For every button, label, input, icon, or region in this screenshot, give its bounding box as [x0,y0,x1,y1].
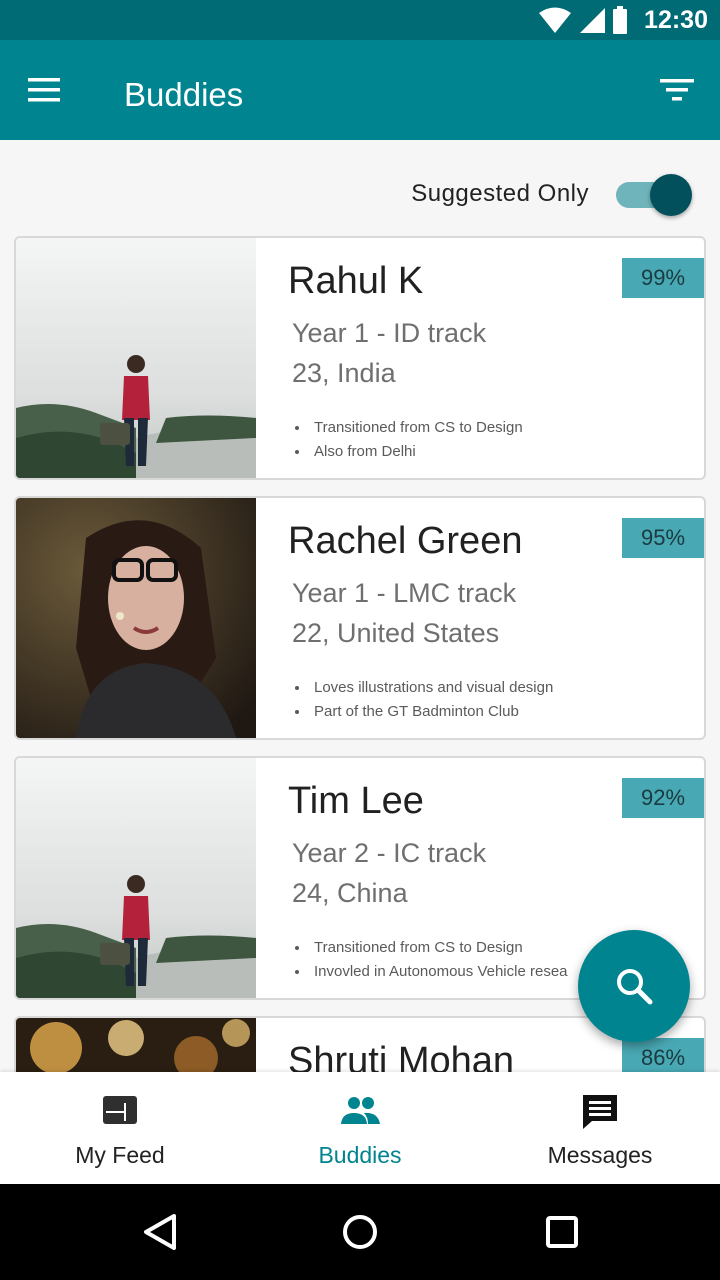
buddy-note: Invovled in Autonomous Vehicle resea [310,960,568,984]
buddy-track: Year 2 - IC track [292,838,487,868]
buddy-note: Transitioned from CS to Design [310,936,568,960]
buddy-track: Year 1 - ID track [292,318,487,348]
menu-icon[interactable] [20,70,70,110]
buddy-note: Loves illustrations and visual design [310,676,553,700]
status-icons [538,6,628,34]
filter-icon[interactable] [656,70,700,110]
search-button[interactable] [578,930,690,1042]
nav-buddies[interactable]: Buddies [240,1072,480,1184]
buddy-name: Rachel Green [288,520,523,562]
nav-label: Messages [547,1142,653,1168]
buddy-note: Transitioned from CS to Design [310,416,523,440]
buddy-name: Tim Lee [288,780,424,822]
page-title: Buddies [124,76,244,113]
signal-icon [580,8,605,33]
match-badge: 92% [622,778,704,818]
battery-icon [613,6,627,34]
buddy-notes: Transitioned from CS to Design Also from… [310,416,523,464]
nav-label: Buddies [318,1142,402,1168]
suggested-only-label: Suggested Only [411,180,589,207]
buddy-origin: 22, United States [292,618,500,648]
status-time: 12:30 [644,6,708,34]
buddy-photo [16,498,256,738]
match-badge: 95% [622,518,704,558]
buddy-origin: 24, China [292,878,408,908]
app-bar: Buddies [0,40,720,140]
wifi-icon [539,7,571,33]
nav-my-feed[interactable]: My Feed [0,1072,240,1184]
home-icon[interactable] [340,1212,380,1252]
nav-messages[interactable]: Messages [480,1072,720,1184]
match-badge: 99% [622,258,704,298]
buddy-note: Also from Delhi [310,440,523,464]
feed-icon [103,1096,137,1124]
buddy-notes: Transitioned from CS to Design Invovled … [310,936,568,984]
buddy-card[interactable]: Rahul K Year 1 - ID track 23, India Tran… [14,236,706,480]
buddy-origin: 23, India [292,358,396,388]
recents-icon[interactable] [542,1212,582,1252]
buddy-track: Year 1 - LMC track [292,578,517,608]
people-icon [341,1097,380,1124]
bottom-nav: My Feed Buddies Messages [0,1072,720,1184]
nav-label: My Feed [75,1142,165,1168]
buddy-photo [16,238,256,478]
search-icon [617,969,653,1005]
status-bar: 12:30 [0,0,720,40]
system-nav-bar [0,1184,720,1280]
suggested-only-toggle[interactable] [616,174,692,216]
toggle-thumb [650,174,692,216]
message-icon [583,1095,617,1129]
buddy-note: Part of the GT Badminton Club [310,700,553,724]
buddy-card[interactable]: Rachel Green Year 1 - LMC track 22, Unit… [14,496,706,740]
back-icon[interactable] [140,1212,180,1252]
buddy-photo [16,758,256,998]
buddy-notes: Loves illustrations and visual design Pa… [310,676,553,724]
buddy-name: Rahul K [288,260,424,302]
